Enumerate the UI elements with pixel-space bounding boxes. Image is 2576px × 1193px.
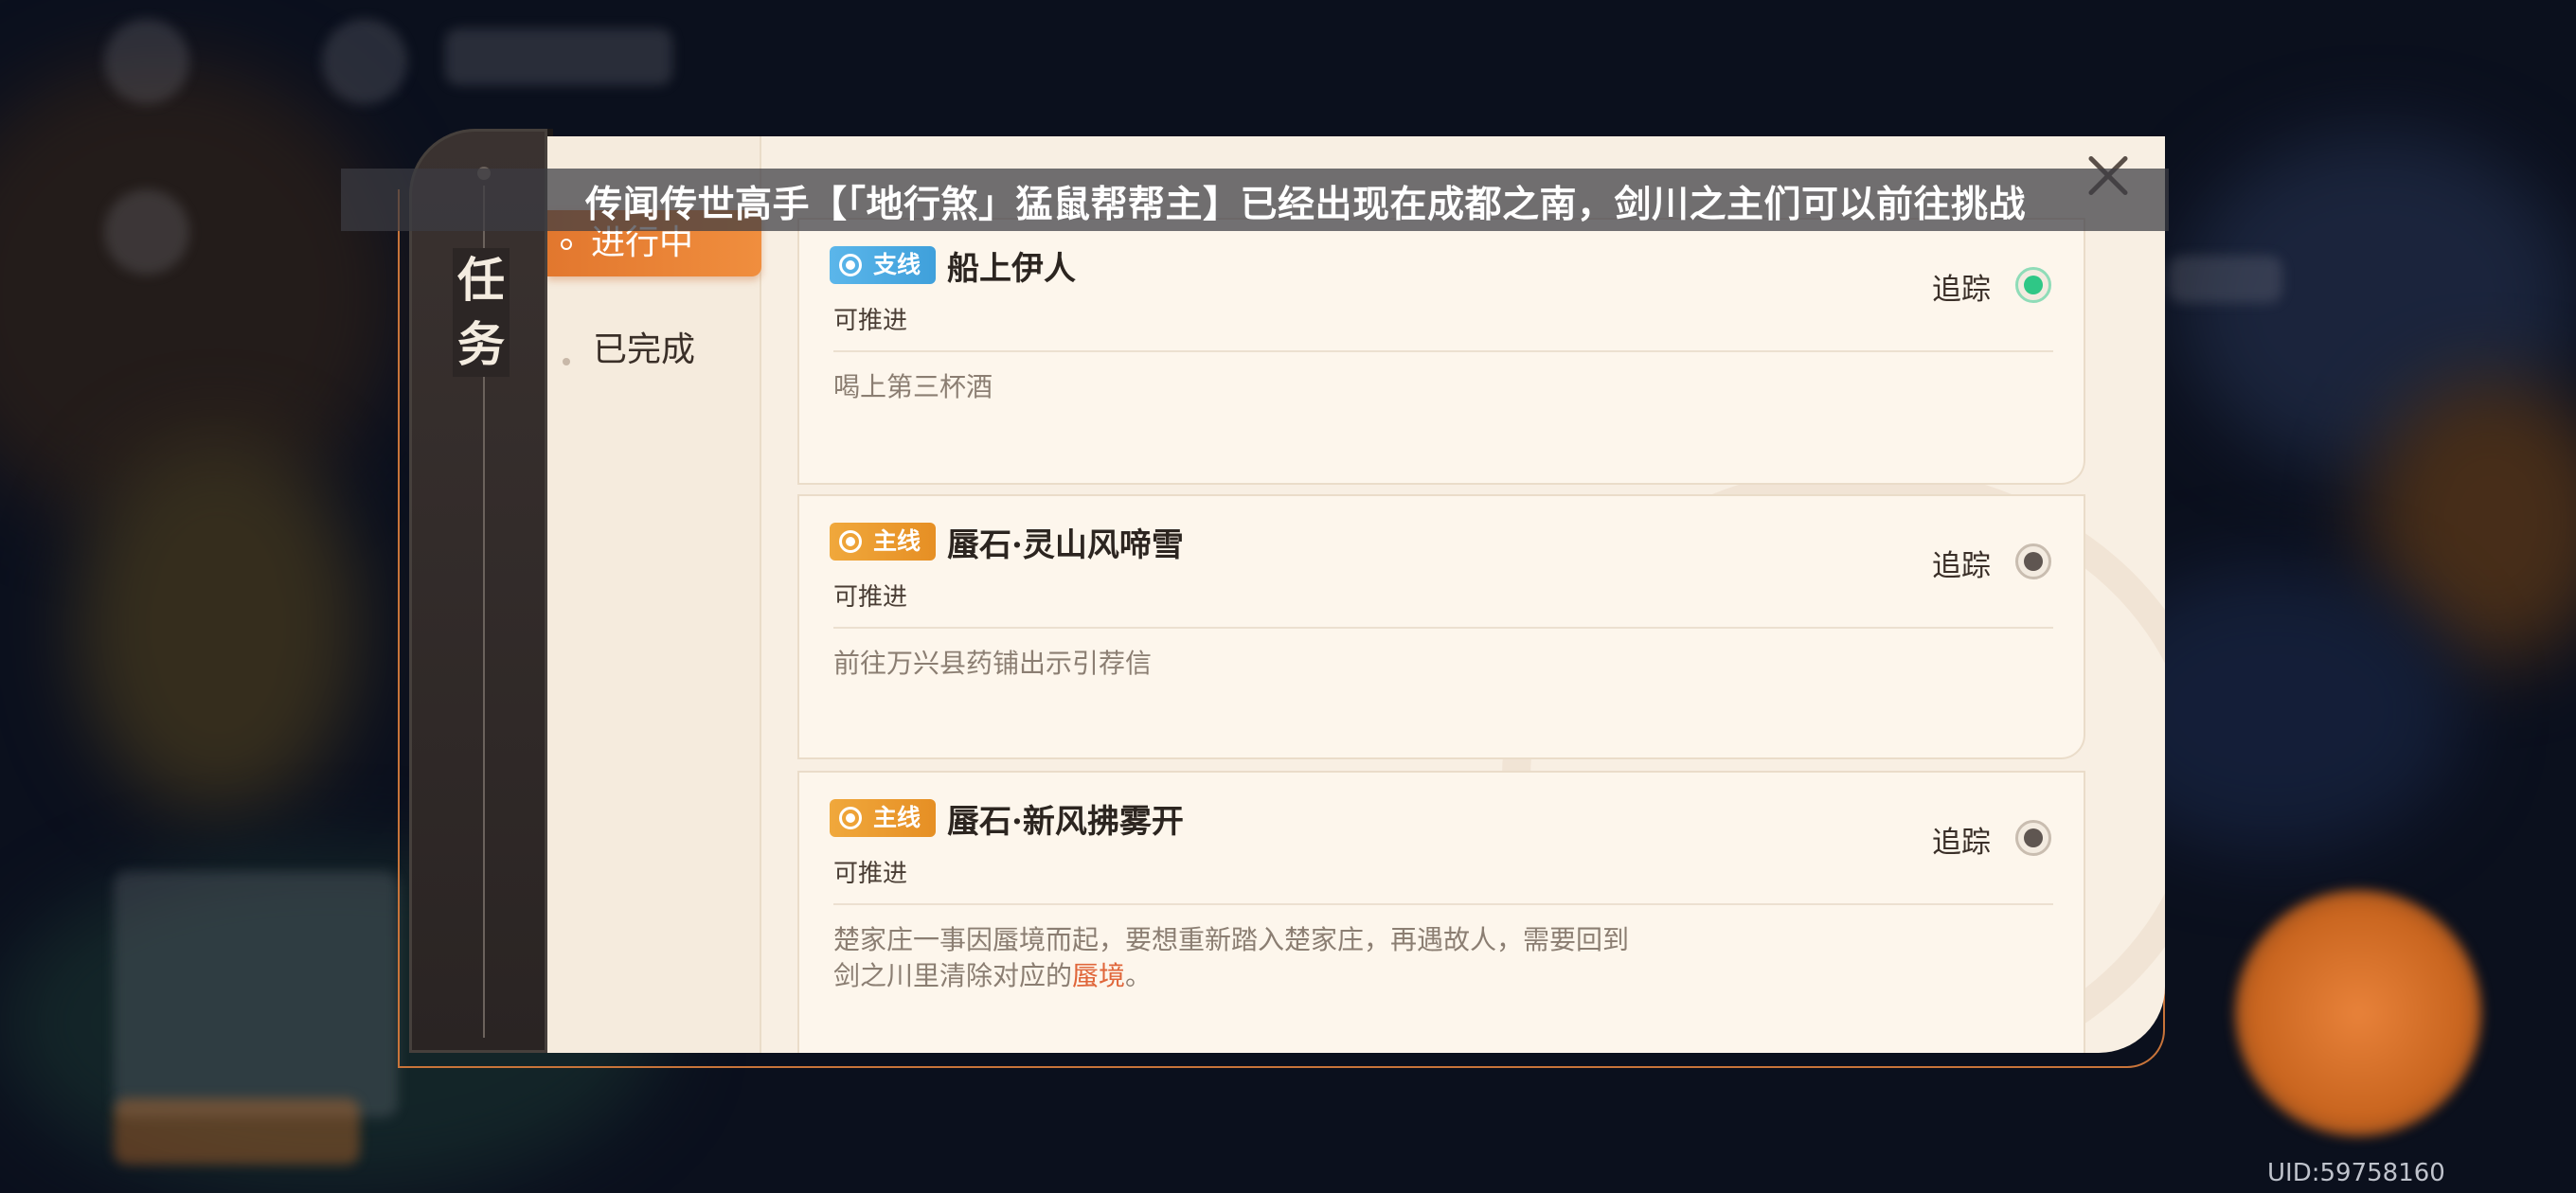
- quest-title: 蜃石·灵山风啼雪: [947, 526, 1184, 564]
- panel-title-text: 任务: [457, 252, 505, 372]
- quest-card[interactable]: 主线 蜃石·新风拂雾开 可推进 楚家庄一事因蜃境而起，要想重新踏入楚家庄，再遇故…: [797, 771, 2085, 1053]
- quest-title: 船上伊人: [947, 250, 1076, 288]
- panel-title: 任务: [453, 248, 510, 377]
- tab-completed-label: 已完成: [593, 330, 696, 369]
- quest-title: 蜃石·新风拂雾开: [947, 803, 1184, 841]
- target-icon: [839, 807, 862, 829]
- quest-description: 楚家庄一事因蜃境而起，要想重新踏入楚家庄，再遇故人，需要回到 剑之川里清除对应的…: [833, 922, 1780, 994]
- track-label: 追踪: [1932, 826, 1991, 860]
- quest-type-badge: 支线: [830, 246, 936, 284]
- divider: [833, 903, 2053, 905]
- quest-status: 可推进: [833, 583, 908, 612]
- track-label: 追踪: [1932, 273, 1991, 307]
- quest-type-badge: 主线: [830, 523, 936, 561]
- announcement-text: 传闻传世高手【「地行煞」猛鼠帮帮主】已经出现在成都之南，剑川之主们可以前往挑战: [585, 183, 2027, 226]
- quest-status: 可推进: [833, 860, 908, 888]
- nav-dot-icon: [563, 358, 570, 365]
- description-keyword-link[interactable]: 蜃境: [1072, 960, 1125, 991]
- quest-card[interactable]: 支线 船上伊人 可推进 喝上第三杯酒 追踪: [797, 218, 2085, 485]
- quest-panel: 进行中 已完成 支线 船上伊人 可推进 喝上第三杯酒 追踪 主线 蜃石·灵山风啼…: [547, 136, 2165, 1053]
- badge-label: 主线: [873, 527, 921, 555]
- divider: [833, 350, 2053, 352]
- track-toggle[interactable]: [2015, 820, 2051, 856]
- track-label: 追踪: [1932, 549, 1991, 583]
- track-toggle[interactable]: [2015, 267, 2051, 303]
- badge-label: 支线: [873, 251, 921, 278]
- quest-description: 前往万兴县药铺出示引荐信: [833, 648, 1153, 679]
- description-line: 楚家庄一事因蜃境而起，要想重新踏入楚家庄，再遇故人，需要回到: [833, 924, 1630, 955]
- quest-nav: 进行中 已完成: [547, 136, 761, 1053]
- quest-status: 可推进: [833, 307, 908, 335]
- uid-label: UID:59758160: [2267, 1159, 2445, 1187]
- description-line: 剑之川里清除对应的: [833, 960, 1073, 991]
- divider: [833, 627, 2053, 629]
- track-toggle[interactable]: [2015, 543, 2051, 579]
- quest-type-badge: 主线: [830, 799, 936, 837]
- tab-completed[interactable]: 已完成: [593, 322, 695, 371]
- target-icon: [839, 254, 862, 276]
- badge-label: 主线: [873, 804, 921, 831]
- quest-card[interactable]: 主线 蜃石·灵山风啼雪 可推进 前往万兴县药铺出示引荐信 追踪: [797, 494, 2085, 759]
- description-punctuation: 。: [1125, 960, 1153, 991]
- target-icon: [839, 530, 862, 553]
- quest-description: 喝上第三杯酒: [833, 371, 993, 402]
- active-dot-icon: [561, 239, 572, 250]
